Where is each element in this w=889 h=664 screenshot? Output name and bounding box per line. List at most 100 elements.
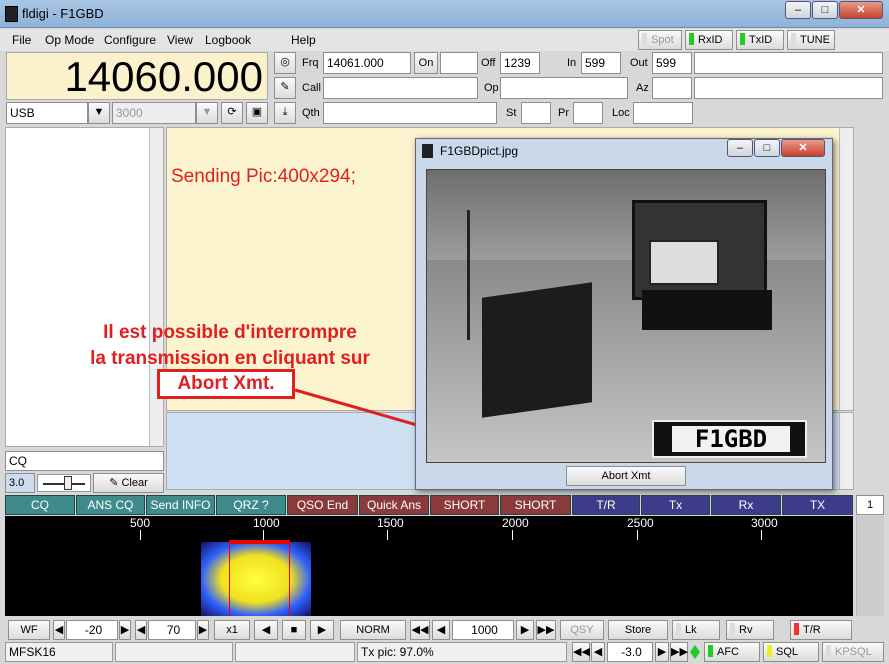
afc-fast-up-icon[interactable]: ▶▶ (670, 642, 688, 662)
afc-toggle[interactable]: AFC (704, 642, 760, 662)
macro-button-2[interactable]: Send INFO (146, 495, 215, 515)
qth-field[interactable] (323, 102, 497, 124)
notes2-field[interactable] (694, 77, 883, 99)
mode-select[interactable]: USB (6, 102, 88, 124)
rx-scrollbar[interactable] (839, 128, 853, 410)
dialog-close-button[interactable]: ✕ (781, 139, 825, 157)
tune-toggle[interactable]: TUNE (787, 30, 835, 50)
macro-button-4[interactable]: QSO End (287, 495, 358, 515)
slider-handle[interactable] (64, 476, 72, 490)
afc-down-icon[interactable]: ◀ (591, 642, 605, 662)
macro-button-10[interactable]: Rx (711, 495, 781, 515)
carrier-down-icon[interactable]: ◀ (432, 620, 450, 640)
tr-toggle[interactable]: T/R (790, 620, 852, 640)
carrier-fast-up-icon[interactable]: ▶▶ (536, 620, 556, 640)
close-button[interactable]: ✕ (839, 1, 883, 19)
pause-icon[interactable]: ■ (282, 620, 306, 640)
title-bar: fldigi - F1GBD ‒ □ ✕ (0, 0, 889, 28)
macro-button-9[interactable]: Tx (641, 495, 710, 515)
txid-toggle[interactable]: TxID (736, 30, 784, 50)
tx-scrollbar[interactable] (839, 413, 853, 489)
sql-toggle[interactable]: SQL (763, 642, 819, 662)
on-time-field[interactable] (440, 52, 478, 74)
left-tx-input[interactable]: CQ (5, 451, 164, 471)
loc-field[interactable] (633, 102, 693, 124)
wf-range-field[interactable]: 70 (148, 620, 196, 640)
carrier-up-icon[interactable]: ▶ (516, 620, 534, 640)
reverse-toggle[interactable]: Rv (726, 620, 774, 640)
broom-icon[interactable]: ✎ (274, 77, 296, 99)
menu-configure[interactable]: Configure (104, 33, 156, 47)
norm-button[interactable]: NORM (340, 620, 406, 640)
maximize-button[interactable]: □ (812, 1, 838, 19)
spot-toggle[interactable]: Spot (638, 30, 682, 50)
rewind-icon[interactable]: ◀ (254, 620, 278, 640)
squelch-slider[interactable] (37, 474, 91, 492)
off-label: Off (481, 57, 496, 69)
macro-button-5[interactable]: Quick Ans (359, 495, 429, 515)
window-title: fldigi - F1GBD (22, 6, 104, 21)
qsy-button[interactable]: QSY (560, 620, 604, 640)
st-field[interactable] (521, 102, 551, 124)
menu-help[interactable]: Help (291, 33, 316, 47)
left-list-panel[interactable] (5, 127, 164, 447)
store-button[interactable]: Store (608, 620, 668, 640)
macro-page-indicator[interactable]: 1 (856, 495, 884, 515)
wf-range-up-icon[interactable]: ▶ (197, 620, 209, 640)
wf-level-field[interactable]: -20 (66, 620, 118, 640)
menu-file[interactable]: File (12, 33, 31, 47)
macro-button-11[interactable]: TX (782, 495, 853, 515)
save-log-icon[interactable]: ⤓ (274, 102, 296, 124)
minimize-button[interactable]: ‒ (785, 1, 811, 19)
frequency-ruler[interactable]: 500 1000 1500 2000 2500 3000 (5, 516, 853, 540)
mode-dropdown-chevron-down-icon[interactable]: ▼ (88, 102, 110, 124)
dialog-minimize-button[interactable]: ‒ (727, 139, 753, 157)
waterfall-display[interactable] (5, 540, 853, 616)
rxid-toggle[interactable]: RxID (685, 30, 733, 50)
bandwidth-select[interactable]: 3000 (112, 102, 196, 124)
rst-in-field[interactable]: 599 (581, 52, 621, 74)
op-field[interactable] (500, 77, 628, 99)
globe-icon[interactable]: ◎ (274, 52, 296, 74)
wf-button[interactable]: WF (8, 620, 50, 640)
frequency-display[interactable]: 14060.000 (6, 52, 268, 100)
abort-xmt-button[interactable]: Abort Xmt (566, 466, 686, 486)
zoom-button[interactable]: x1 (214, 620, 250, 640)
kpsql-toggle[interactable]: KPSQL (822, 642, 884, 662)
macro-button-8[interactable]: T/R (572, 495, 640, 515)
pr-field[interactable] (573, 102, 603, 124)
carrier-fast-down-icon[interactable]: ◀◀ (410, 620, 430, 640)
menu-view[interactable]: View (167, 33, 193, 47)
wf-level-down-icon[interactable]: ◀ (53, 620, 65, 640)
dialog-maximize-button[interactable]: □ (754, 139, 780, 157)
menu-opmode[interactable]: Op Mode (45, 33, 94, 47)
afc-up-icon[interactable]: ▶ (655, 642, 669, 662)
refresh-icon[interactable]: ⟳ (221, 102, 243, 124)
bandwidth-dropdown-chevron-down-icon[interactable]: ▼ (196, 102, 218, 124)
wf-range-down-icon[interactable]: ◀ (135, 620, 147, 640)
macro-button-0[interactable]: CQ (5, 495, 75, 515)
ruler-tick-mark (512, 530, 513, 540)
window-icon[interactable]: ▣ (246, 102, 268, 124)
frq-field[interactable]: 14061.000 (323, 52, 411, 74)
menu-logbook[interactable]: Logbook (205, 33, 251, 47)
on-button[interactable]: On (414, 52, 438, 74)
ruler-tick-label: 3000 (751, 516, 778, 530)
afc-value-field[interactable]: -3.0 (607, 642, 653, 662)
call-field[interactable] (323, 77, 478, 99)
macro-button-1[interactable]: ANS CQ (76, 495, 145, 515)
clear-button[interactable]: ✎ Clear (93, 473, 164, 493)
rst-out-field[interactable]: 599 (652, 52, 692, 74)
az-field[interactable] (652, 77, 692, 99)
off-time-field[interactable]: 1239 (500, 52, 540, 74)
notes-field[interactable] (694, 52, 883, 74)
carrier-frequency-field[interactable]: 1000 (452, 620, 514, 640)
afc-fast-down-icon[interactable]: ◀◀ (572, 642, 590, 662)
macro-button-7[interactable]: SHORT END (500, 495, 571, 531)
macro-button-6[interactable]: SHORT ANS (430, 495, 499, 531)
macro-button-3[interactable]: QRZ ? (216, 495, 286, 515)
lock-toggle[interactable]: Lk (672, 620, 720, 640)
mode-status[interactable]: MFSK16 (5, 642, 113, 662)
wf-level-up-icon[interactable]: ▶ (119, 620, 131, 640)
forward-icon[interactable]: ▶ (310, 620, 334, 640)
